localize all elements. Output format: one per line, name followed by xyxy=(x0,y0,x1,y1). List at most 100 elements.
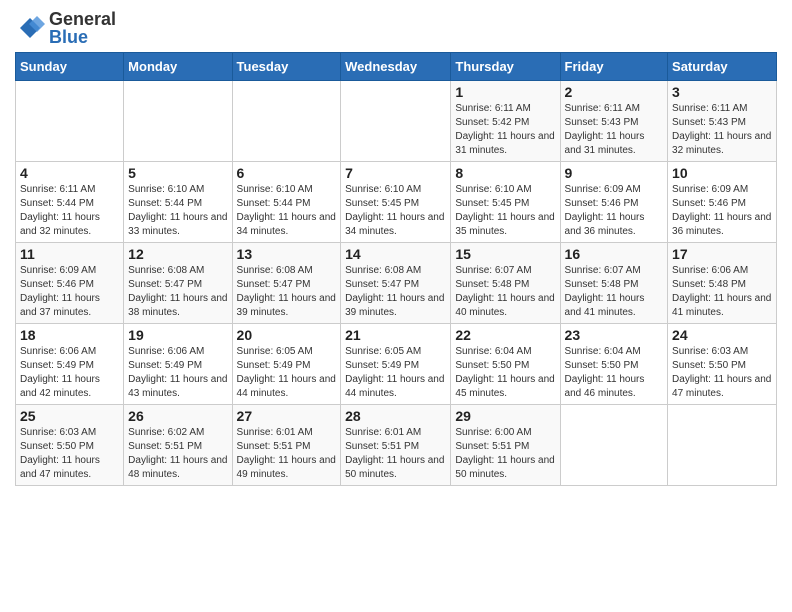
day-number: 23 xyxy=(565,327,664,343)
day-number: 29 xyxy=(455,408,555,424)
calendar-cell: 27 Sunrise: 6:01 AM Sunset: 5:51 PM Dayli… xyxy=(232,405,341,486)
day-number: 9 xyxy=(565,165,664,181)
calendar-cell: 15Sunrise: 6:07 AM Sunset: 5:48 PM Dayli… xyxy=(451,243,560,324)
calendar-cell: 22 Sunrise: 6:04 AM Sunset: 5:50 PM Dayli… xyxy=(451,324,560,405)
page-header: General Blue xyxy=(15,10,777,46)
day-info: Sunrise: 6:11 AM Sunset: 5:43 PM Dayligh… xyxy=(565,102,664,158)
calendar-cell: 26 Sunrise: 6:02 AM Sunset: 5:51 PM Dayli… xyxy=(124,405,232,486)
logo-text-general: General xyxy=(49,10,116,28)
weekday-header: Saturday xyxy=(668,53,777,81)
day-info: Sunrise: 6:04 AM Sunset: 5:50 PM Dayligh… xyxy=(565,345,664,401)
day-number: 21 xyxy=(345,327,446,343)
calendar-table: SundayMondayTuesdayWednesdayThursdayFrid… xyxy=(15,52,777,486)
day-number: 25 xyxy=(20,408,119,424)
calendar-cell xyxy=(232,81,341,162)
day-info: Sunrise: 6:07 AM Sunset: 5:48 PM Dayligh… xyxy=(565,264,664,320)
calendar-cell xyxy=(668,405,777,486)
weekday-header: Wednesday xyxy=(341,53,451,81)
day-number: 3 xyxy=(672,84,772,100)
day-number: 6 xyxy=(237,165,337,181)
day-number: 14 xyxy=(345,246,446,262)
day-number: 15 xyxy=(455,246,555,262)
calendar-cell: 8 Sunrise: 6:10 AM Sunset: 5:45 PM Daylig… xyxy=(451,162,560,243)
day-info: Sunrise: 6:11 AM Sunset: 5:44 PM Dayligh… xyxy=(20,183,119,239)
day-number: 2 xyxy=(565,84,664,100)
day-number: 10 xyxy=(672,165,772,181)
day-info: Sunrise: 6:00 AM Sunset: 5:51 PM Dayligh… xyxy=(455,426,555,482)
calendar-cell: 28Sunrise: 6:01 AM Sunset: 5:51 PM Dayli… xyxy=(341,405,451,486)
day-info: Sunrise: 6:05 AM Sunset: 5:49 PM Dayligh… xyxy=(345,345,446,401)
weekday-header: Sunday xyxy=(16,53,124,81)
calendar-cell: 9 Sunrise: 6:09 AM Sunset: 5:46 PM Daylig… xyxy=(560,162,668,243)
day-number: 11 xyxy=(20,246,119,262)
day-number: 5 xyxy=(128,165,227,181)
day-number: 24 xyxy=(672,327,772,343)
day-info: Sunrise: 6:06 AM Sunset: 5:49 PM Dayligh… xyxy=(128,345,227,401)
day-number: 8 xyxy=(455,165,555,181)
day-number: 7 xyxy=(345,165,446,181)
day-info: Sunrise: 6:01 AM Sunset: 5:51 PM Dayligh… xyxy=(237,426,337,482)
calendar-cell xyxy=(124,81,232,162)
day-info: Sunrise: 6:04 AM Sunset: 5:50 PM Dayligh… xyxy=(455,345,555,401)
calendar-cell: 13Sunrise: 6:08 AM Sunset: 5:47 PM Dayli… xyxy=(232,243,341,324)
day-info: Sunrise: 6:01 AM Sunset: 5:51 PM Dayligh… xyxy=(345,426,446,482)
calendar-cell: 21 Sunrise: 6:05 AM Sunset: 5:49 PM Dayli… xyxy=(341,324,451,405)
day-info: Sunrise: 6:03 AM Sunset: 5:50 PM Dayligh… xyxy=(672,345,772,401)
calendar-week-row: 11 Sunrise: 6:09 AM Sunset: 5:46 PM Dayli… xyxy=(16,243,777,324)
calendar-week-row: 1 Sunrise: 6:11 AM Sunset: 5:42 PM Daylig… xyxy=(16,81,777,162)
calendar-cell xyxy=(16,81,124,162)
logo-bird-icon xyxy=(15,13,45,43)
calendar-cell: 25 Sunrise: 6:03 AM Sunset: 5:50 PM Dayli… xyxy=(16,405,124,486)
logo-text-blue: Blue xyxy=(49,28,116,46)
day-number: 16 xyxy=(565,246,664,262)
day-info: Sunrise: 6:09 AM Sunset: 5:46 PM Dayligh… xyxy=(565,183,664,239)
calendar-cell xyxy=(341,81,451,162)
calendar-cell: 2 Sunrise: 6:11 AM Sunset: 5:43 PM Daylig… xyxy=(560,81,668,162)
day-info: Sunrise: 6:02 AM Sunset: 5:51 PM Dayligh… xyxy=(128,426,227,482)
calendar-cell: 5Sunrise: 6:10 AM Sunset: 5:44 PM Daylig… xyxy=(124,162,232,243)
calendar-cell: 16 Sunrise: 6:07 AM Sunset: 5:48 PM Dayli… xyxy=(560,243,668,324)
calendar-cell: 1 Sunrise: 6:11 AM Sunset: 5:42 PM Daylig… xyxy=(451,81,560,162)
weekday-header: Friday xyxy=(560,53,668,81)
weekday-header: Monday xyxy=(124,53,232,81)
day-info: Sunrise: 6:08 AM Sunset: 5:47 PM Dayligh… xyxy=(128,264,227,320)
calendar-week-row: 25 Sunrise: 6:03 AM Sunset: 5:50 PM Dayli… xyxy=(16,405,777,486)
day-number: 19 xyxy=(128,327,227,343)
calendar-week-row: 4Sunrise: 6:11 AM Sunset: 5:44 PM Daylig… xyxy=(16,162,777,243)
calendar-cell: 17Sunrise: 6:06 AM Sunset: 5:48 PM Dayli… xyxy=(668,243,777,324)
weekday-header: Tuesday xyxy=(232,53,341,81)
day-info: Sunrise: 6:03 AM Sunset: 5:50 PM Dayligh… xyxy=(20,426,119,482)
day-number: 27 xyxy=(237,408,337,424)
calendar-cell: 14 Sunrise: 6:08 AM Sunset: 5:47 PM Dayli… xyxy=(341,243,451,324)
day-number: 20 xyxy=(237,327,337,343)
day-number: 13 xyxy=(237,246,337,262)
day-number: 18 xyxy=(20,327,119,343)
calendar-cell: 10 Sunrise: 6:09 AM Sunset: 5:46 PM Dayli… xyxy=(668,162,777,243)
calendar-cell: 24 Sunrise: 6:03 AM Sunset: 5:50 PM Dayli… xyxy=(668,324,777,405)
day-info: Sunrise: 6:11 AM Sunset: 5:42 PM Dayligh… xyxy=(455,102,555,158)
calendar-cell xyxy=(560,405,668,486)
day-info: Sunrise: 6:10 AM Sunset: 5:45 PM Dayligh… xyxy=(345,183,446,239)
day-info: Sunrise: 6:11 AM Sunset: 5:43 PM Dayligh… xyxy=(672,102,772,158)
day-number: 26 xyxy=(128,408,227,424)
calendar-cell: 23 Sunrise: 6:04 AM Sunset: 5:50 PM Dayli… xyxy=(560,324,668,405)
day-info: Sunrise: 6:10 AM Sunset: 5:44 PM Dayligh… xyxy=(237,183,337,239)
calendar-cell: 4Sunrise: 6:11 AM Sunset: 5:44 PM Daylig… xyxy=(16,162,124,243)
day-info: Sunrise: 6:10 AM Sunset: 5:45 PM Dayligh… xyxy=(455,183,555,239)
calendar-cell: 7 Sunrise: 6:10 AM Sunset: 5:45 PM Daylig… xyxy=(341,162,451,243)
calendar-week-row: 18 Sunrise: 6:06 AM Sunset: 5:49 PM Dayli… xyxy=(16,324,777,405)
calendar-cell: 19 Sunrise: 6:06 AM Sunset: 5:49 PM Dayli… xyxy=(124,324,232,405)
calendar-cell: 12Sunrise: 6:08 AM Sunset: 5:47 PM Dayli… xyxy=(124,243,232,324)
logo: General Blue xyxy=(15,10,116,46)
calendar-cell: 29 Sunrise: 6:00 AM Sunset: 5:51 PM Dayli… xyxy=(451,405,560,486)
weekday-header: Thursday xyxy=(451,53,560,81)
weekday-header-row: SundayMondayTuesdayWednesdayThursdayFrid… xyxy=(16,53,777,81)
day-info: Sunrise: 6:06 AM Sunset: 5:49 PM Dayligh… xyxy=(20,345,119,401)
day-number: 22 xyxy=(455,327,555,343)
calendar-cell: 20Sunrise: 6:05 AM Sunset: 5:49 PM Dayli… xyxy=(232,324,341,405)
day-number: 1 xyxy=(455,84,555,100)
day-info: Sunrise: 6:09 AM Sunset: 5:46 PM Dayligh… xyxy=(672,183,772,239)
day-info: Sunrise: 6:08 AM Sunset: 5:47 PM Dayligh… xyxy=(345,264,446,320)
calendar-cell: 3 Sunrise: 6:11 AM Sunset: 5:43 PM Daylig… xyxy=(668,81,777,162)
day-info: Sunrise: 6:09 AM Sunset: 5:46 PM Dayligh… xyxy=(20,264,119,320)
